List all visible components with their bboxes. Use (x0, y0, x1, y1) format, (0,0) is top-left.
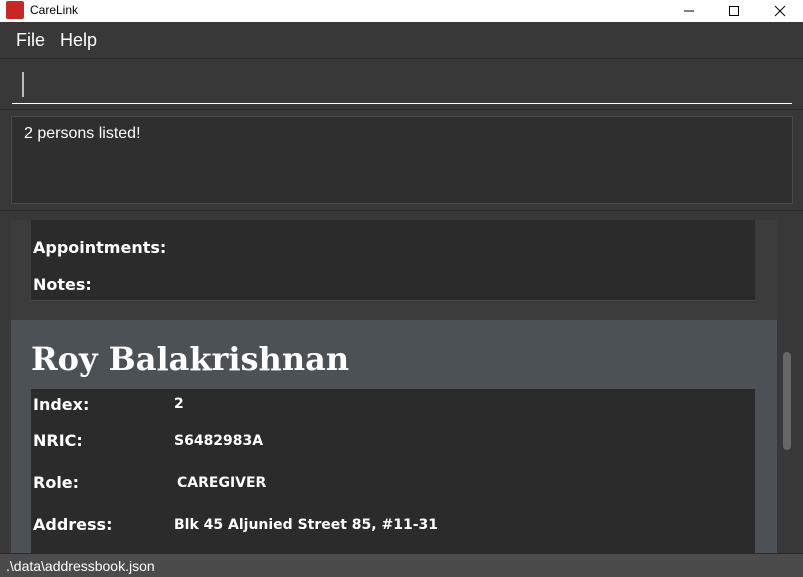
person-card[interactable]: Appointments: Notes: (11, 220, 777, 320)
person-list[interactable]: Appointments: Notes: Roy Balakrishnan In… (0, 210, 803, 554)
menu-file[interactable]: File (16, 30, 45, 51)
person-details: Index: 2 NRIC: S6482983A Role: CAREGIVER… (31, 389, 755, 554)
command-box (0, 58, 803, 110)
index-label: Index: (33, 395, 90, 414)
result-display[interactable]: 2 persons listed! (11, 116, 793, 204)
maximize-icon (729, 6, 739, 16)
result-panel: 2 persons listed! (0, 109, 803, 211)
person-details: Appointments: Notes: (31, 220, 755, 301)
minimize-icon (684, 10, 694, 12)
result-message: 2 persons listed! (24, 125, 141, 142)
address-label: Address: (33, 515, 113, 534)
role-label: Role: (33, 473, 80, 492)
close-icon (774, 5, 786, 17)
status-bar: .\data\addressbook.json (0, 553, 803, 577)
text-caret (22, 72, 24, 97)
command-input[interactable] (12, 65, 792, 104)
scrollbar-thumb[interactable] (783, 352, 791, 450)
address-value: Blk 45 Aljunied Street 85, #11-31 (174, 517, 438, 533)
vertical-scrollbar[interactable] (777, 211, 803, 554)
minimize-button[interactable] (666, 0, 712, 22)
person-name: Roy Balakrishnan (31, 340, 350, 378)
appointments-label: Appointments: (33, 238, 167, 257)
window-title: CareLink (30, 3, 79, 17)
notes-label: Notes: (33, 275, 92, 294)
maximize-button[interactable] (711, 0, 757, 22)
index-value: 2 (174, 396, 184, 412)
close-button[interactable] (757, 0, 803, 22)
window-titlebar: CareLink (0, 0, 803, 22)
person-card-selected[interactable]: Roy Balakrishnan Index: 2 NRIC: S6482983… (11, 320, 777, 554)
nric-value: S6482983A (174, 433, 264, 449)
menu-help[interactable]: Help (60, 30, 97, 51)
menu-bar: File Help (0, 22, 803, 58)
role-value: CAREGIVER (177, 475, 267, 491)
data-file-path: .\data\addressbook.json (6, 558, 155, 574)
app-logo-icon (6, 1, 24, 19)
nric-label: NRIC: (33, 431, 83, 450)
